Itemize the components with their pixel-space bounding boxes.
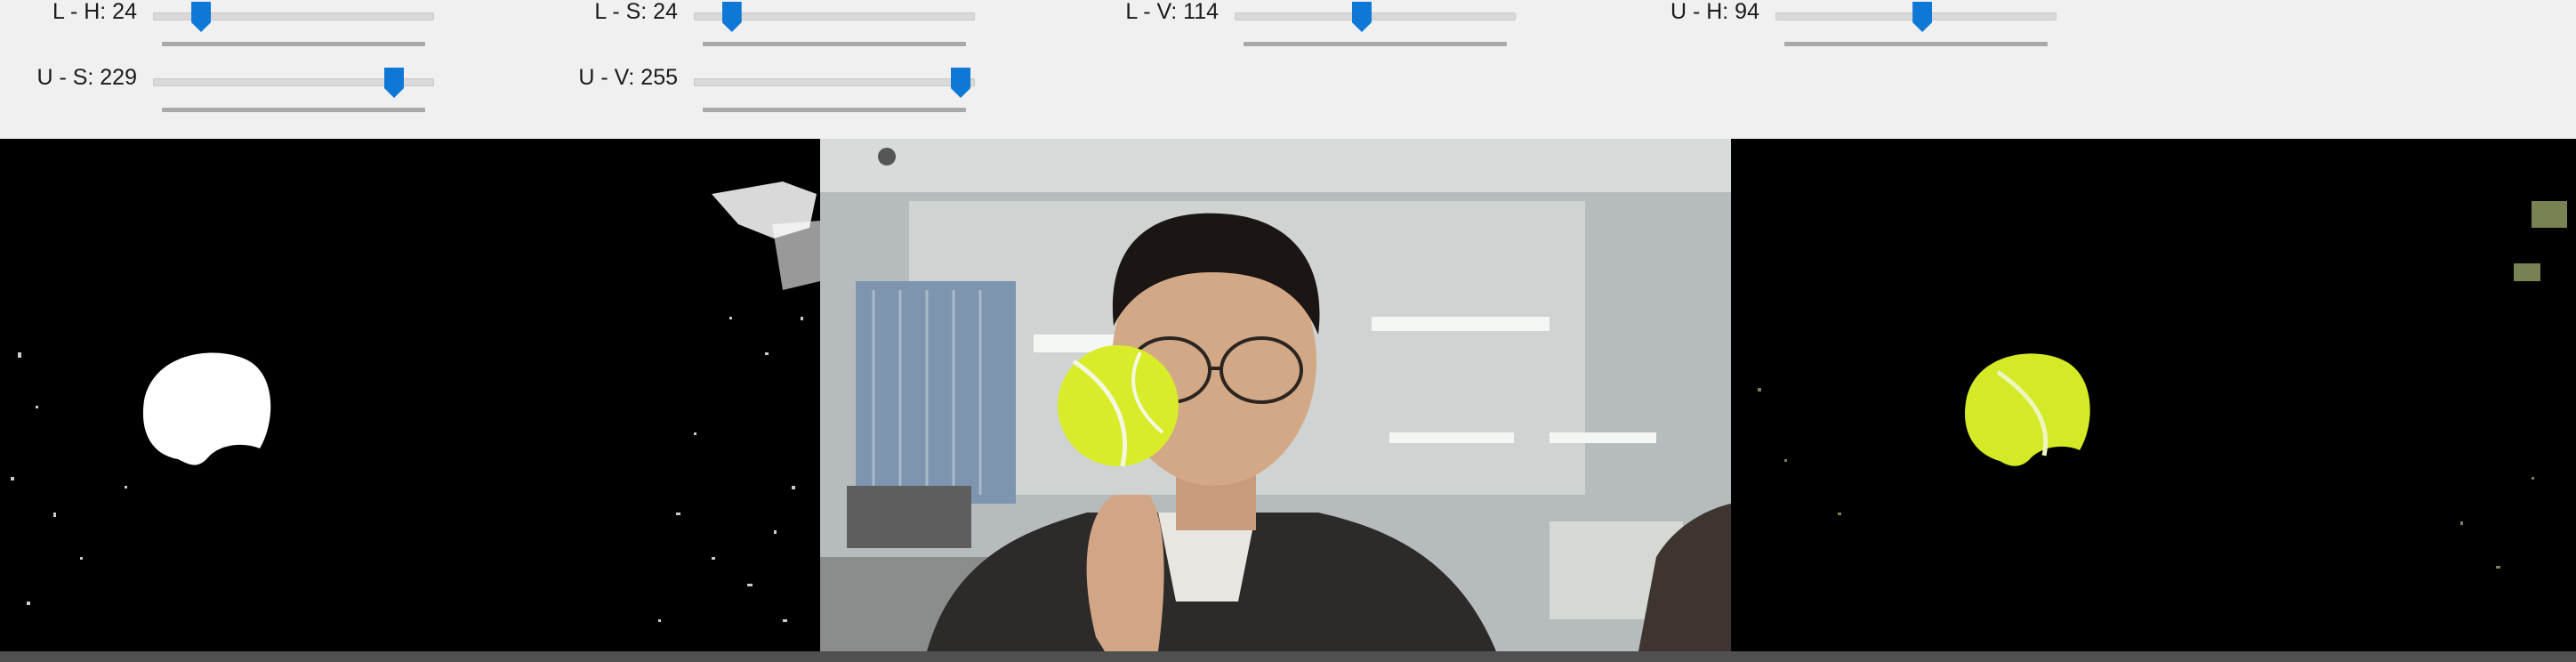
- slider-label: L - H: 24: [52, 0, 137, 24]
- slider-label: L - S: 24: [594, 0, 678, 24]
- window-bottom-edge: [0, 651, 2576, 662]
- slider-track[interactable]: [694, 78, 975, 86]
- slider-thumb[interactable]: [951, 68, 970, 98]
- image-viewport: [0, 139, 2576, 651]
- slider-thumb[interactable]: [191, 2, 212, 32]
- slider-rail: [162, 42, 425, 46]
- slider-label: U - H: 94: [1670, 0, 1759, 24]
- slider-track[interactable]: [1235, 12, 1516, 20]
- mask-image: [0, 139, 820, 651]
- slider-rail: [1784, 42, 2048, 46]
- monitor: [847, 486, 971, 548]
- slider-l-s[interactable]: L - S: 24: [594, 0, 975, 53]
- slider-thumb[interactable]: [384, 68, 405, 98]
- trackbar-panel: L - H: 24 L - S: 24 L - V: 114 U - H: 94…: [0, 0, 2576, 139]
- slider-u-h[interactable]: U - H: 94: [1670, 0, 2057, 53]
- slider-u-s[interactable]: U - S: 229: [36, 66, 434, 119]
- slider-label: U - V: 255: [578, 65, 678, 90]
- window-blinds: [856, 281, 1016, 504]
- masked-result-image: [1731, 139, 2576, 651]
- slider-thumb[interactable]: [1351, 2, 1372, 32]
- slider-l-h[interactable]: L - H: 24: [52, 0, 434, 53]
- slider-label: U - S: 229: [36, 65, 137, 90]
- slider-thumb[interactable]: [721, 2, 742, 32]
- slider-rail: [1244, 42, 1507, 46]
- slider-rail: [703, 42, 966, 46]
- slider-u-v[interactable]: U - V: 255: [578, 66, 975, 119]
- hand: [1086, 495, 1164, 651]
- camera-frame-image: [820, 139, 1731, 651]
- slider-l-v[interactable]: L - V: 114: [1125, 0, 1516, 53]
- slider-label: L - V: 114: [1125, 0, 1219, 24]
- slider-rail: [703, 108, 966, 112]
- slider-rail: [162, 108, 425, 112]
- slider-thumb[interactable]: [1912, 2, 1933, 32]
